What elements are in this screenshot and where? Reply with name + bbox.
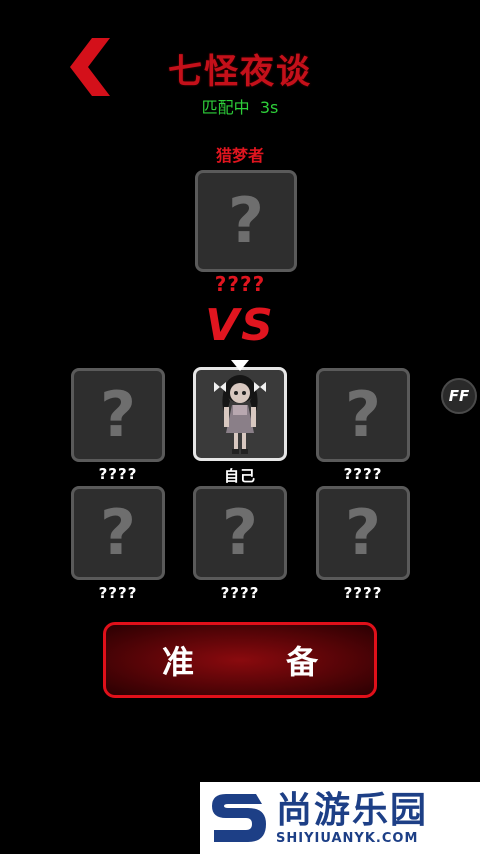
ready-button-label-left: 准 [162,643,195,681]
player-name-5: ???? [220,584,260,602]
player-name-self: 自己 [223,467,256,485]
watermark-cn: 尚游乐园 [276,789,429,831]
question-mark-icon: ? [100,378,136,451]
question-mark-icon: ? [228,184,264,257]
matching-status: 匹配中 3s [201,98,279,117]
watermark: 尚游乐园 SHIYIUANYK.COM [200,782,480,854]
hunter-role-label: 猎梦者 [215,146,264,165]
hunter-slot[interactable]: ? [195,170,297,272]
vs-label: VS [205,300,275,351]
fast-forward-button[interactable]: FF [441,378,477,414]
watermark-en: SHIYIUANYK.COM [276,830,419,846]
watermark-logo-icon [212,794,266,842]
player-name-6: ???? [343,584,383,602]
player-slot-4[interactable]: ? [71,486,165,580]
ready-button-label-right: 备 [285,643,318,681]
question-mark-icon: ? [222,496,258,569]
ready-button[interactable]: 准 备 [103,622,377,698]
player-slot-self[interactable] [193,367,287,461]
self-marker-icon [231,360,249,371]
question-mark-icon: ? [345,378,381,451]
player-name-1: ???? [98,465,138,483]
player-name-4: ???? [98,584,138,602]
player-slot-5[interactable]: ? [193,486,287,580]
question-mark-icon: ? [100,496,136,569]
player-slot-1[interactable]: ? [71,368,165,462]
self-character-avatar [214,375,266,454]
player-slot-6[interactable]: ? [316,486,410,580]
question-mark-icon: ? [345,496,381,569]
player-name-3: ???? [343,465,383,483]
hunter-name: ???? [214,272,266,296]
page-title: 七怪夜谈 [168,52,312,92]
player-slot-3[interactable]: ? [316,368,410,462]
